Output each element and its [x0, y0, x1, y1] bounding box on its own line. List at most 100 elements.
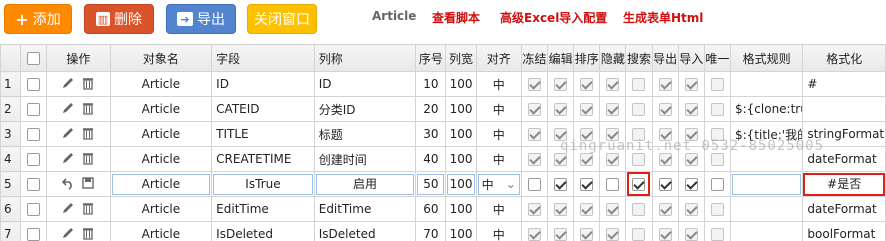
- table-row[interactable]: 5 Article IsTrue 启用 50 100 中 ⌄ #是否: [0, 171, 886, 197]
- label-cell[interactable]: 启用: [313, 171, 417, 197]
- export-checkbox[interactable]: [658, 153, 672, 166]
- frozen-cell[interactable]: [520, 221, 549, 241]
- import-checkbox[interactable]: [684, 178, 698, 191]
- unique-checkbox[interactable]: [710, 178, 724, 191]
- sortable-cell[interactable]: [573, 96, 601, 122]
- width-input[interactable]: 100: [447, 173, 475, 195]
- export-checkbox[interactable]: [658, 103, 672, 116]
- unique-checkbox[interactable]: [710, 203, 724, 216]
- table-row[interactable]: 7 Article IsDeleted IsDeleted 70 100 中 boolForm…: [0, 221, 886, 241]
- format-rule-input[interactable]: [731, 173, 802, 195]
- import-checkbox[interactable]: [684, 103, 698, 116]
- trash-icon[interactable]: [81, 101, 95, 118]
- object-name-input[interactable]: Article: [111, 173, 211, 195]
- frozen-cell[interactable]: [520, 96, 549, 122]
- import-cell[interactable]: [677, 196, 705, 222]
- field-input[interactable]: IsTrue: [213, 173, 313, 195]
- sortable-cell[interactable]: [573, 196, 601, 222]
- frozen-checkbox[interactable]: [527, 228, 541, 241]
- editable-checkbox[interactable]: [554, 178, 568, 191]
- row-select-cell[interactable]: [20, 146, 48, 172]
- import-checkbox[interactable]: [684, 228, 698, 241]
- select-all-checkbox[interactable]: [27, 52, 41, 65]
- table-row[interactable]: 6 Article EditTime EditTime 60 100 中 dateFormat: [0, 196, 886, 222]
- search-checkbox[interactable]: [632, 153, 646, 166]
- search-cell[interactable]: [625, 71, 653, 97]
- hidden-checkbox[interactable]: [606, 78, 620, 91]
- sortable-checkbox[interactable]: [580, 228, 594, 241]
- row-select-checkbox[interactable]: [27, 128, 41, 141]
- editable-checkbox[interactable]: [554, 78, 568, 91]
- width-cell[interactable]: 100: [445, 171, 477, 197]
- frozen-cell[interactable]: [520, 121, 549, 147]
- trash-icon[interactable]: [81, 126, 95, 143]
- export-checkbox[interactable]: [658, 203, 672, 216]
- frozen-cell[interactable]: [520, 146, 549, 172]
- view-script-link[interactable]: 查看脚本: [432, 9, 480, 26]
- row-select-checkbox[interactable]: [27, 178, 41, 191]
- sortable-checkbox[interactable]: [580, 203, 594, 216]
- export-checkbox[interactable]: [658, 228, 672, 241]
- frozen-cell[interactable]: [520, 196, 549, 222]
- row-select-checkbox[interactable]: [27, 78, 41, 91]
- sortable-cell[interactable]: [573, 221, 601, 241]
- format-rule-cell[interactable]: [729, 171, 804, 197]
- pencil-icon[interactable]: [61, 101, 75, 118]
- frozen-checkbox[interactable]: [527, 128, 541, 141]
- hidden-cell[interactable]: [599, 71, 627, 97]
- pencil-icon[interactable]: [61, 151, 75, 168]
- editable-cell[interactable]: [546, 71, 575, 97]
- import-cell[interactable]: [677, 221, 705, 241]
- editable-checkbox[interactable]: [554, 153, 568, 166]
- pencil-icon[interactable]: [61, 226, 75, 241]
- import-cell[interactable]: [677, 96, 705, 122]
- unique-checkbox[interactable]: [710, 78, 724, 91]
- search-cell[interactable]: [625, 96, 653, 122]
- frozen-checkbox[interactable]: [527, 153, 541, 166]
- import-checkbox[interactable]: [684, 153, 698, 166]
- label-input[interactable]: 启用: [315, 173, 415, 195]
- export-checkbox[interactable]: [658, 78, 672, 91]
- unique-cell[interactable]: [703, 221, 731, 241]
- hidden-checkbox[interactable]: [606, 153, 620, 166]
- row-select-cell[interactable]: [20, 71, 48, 97]
- export-cell[interactable]: [651, 171, 679, 197]
- chevron-down-icon[interactable]: ⌄: [506, 177, 516, 191]
- export-cell[interactable]: [651, 71, 679, 97]
- import-checkbox[interactable]: [684, 78, 698, 91]
- object-name-cell[interactable]: Article: [109, 171, 213, 197]
- align-cell[interactable]: 中 ⌄: [475, 171, 522, 197]
- unique-cell[interactable]: [703, 171, 731, 197]
- unique-checkbox[interactable]: [710, 228, 724, 241]
- search-cell[interactable]: [625, 171, 653, 197]
- unique-cell[interactable]: [703, 196, 731, 222]
- excel-import-config-link[interactable]: 高级Excel导入配置: [500, 9, 607, 26]
- hidden-checkbox[interactable]: [606, 228, 620, 241]
- sortable-checkbox[interactable]: [580, 103, 594, 116]
- import-cell[interactable]: [677, 171, 705, 197]
- row-select-checkbox[interactable]: [27, 228, 41, 241]
- hidden-cell[interactable]: [599, 196, 627, 222]
- row-select-cell[interactable]: [20, 221, 48, 241]
- row-select-checkbox[interactable]: [27, 103, 41, 116]
- hidden-checkbox[interactable]: [606, 203, 620, 216]
- trash-icon[interactable]: [81, 201, 95, 218]
- table-row[interactable]: 2 ArticleCATEID分类ID20100中 $:{clone:true: [0, 96, 886, 122]
- sortable-cell[interactable]: [573, 171, 601, 197]
- sortable-cell[interactable]: [573, 71, 601, 97]
- table-row[interactable]: 1 Article ID ID 10 100 中 #: [0, 71, 886, 97]
- pencil-icon[interactable]: [61, 126, 75, 143]
- search-checkbox[interactable]: [632, 178, 646, 191]
- hidden-checkbox[interactable]: [606, 103, 620, 116]
- editable-cell[interactable]: [546, 96, 575, 122]
- align-select[interactable]: 中 ⌄: [477, 173, 520, 195]
- hidden-cell[interactable]: [599, 171, 627, 197]
- undo-icon[interactable]: [61, 176, 75, 193]
- export-cell[interactable]: [651, 196, 679, 222]
- unique-checkbox[interactable]: [710, 103, 724, 116]
- pencil-icon[interactable]: [61, 201, 75, 218]
- hidden-cell[interactable]: [599, 96, 627, 122]
- unique-cell[interactable]: [703, 71, 731, 97]
- frozen-checkbox[interactable]: [527, 78, 541, 91]
- row-select-cell[interactable]: [20, 171, 48, 197]
